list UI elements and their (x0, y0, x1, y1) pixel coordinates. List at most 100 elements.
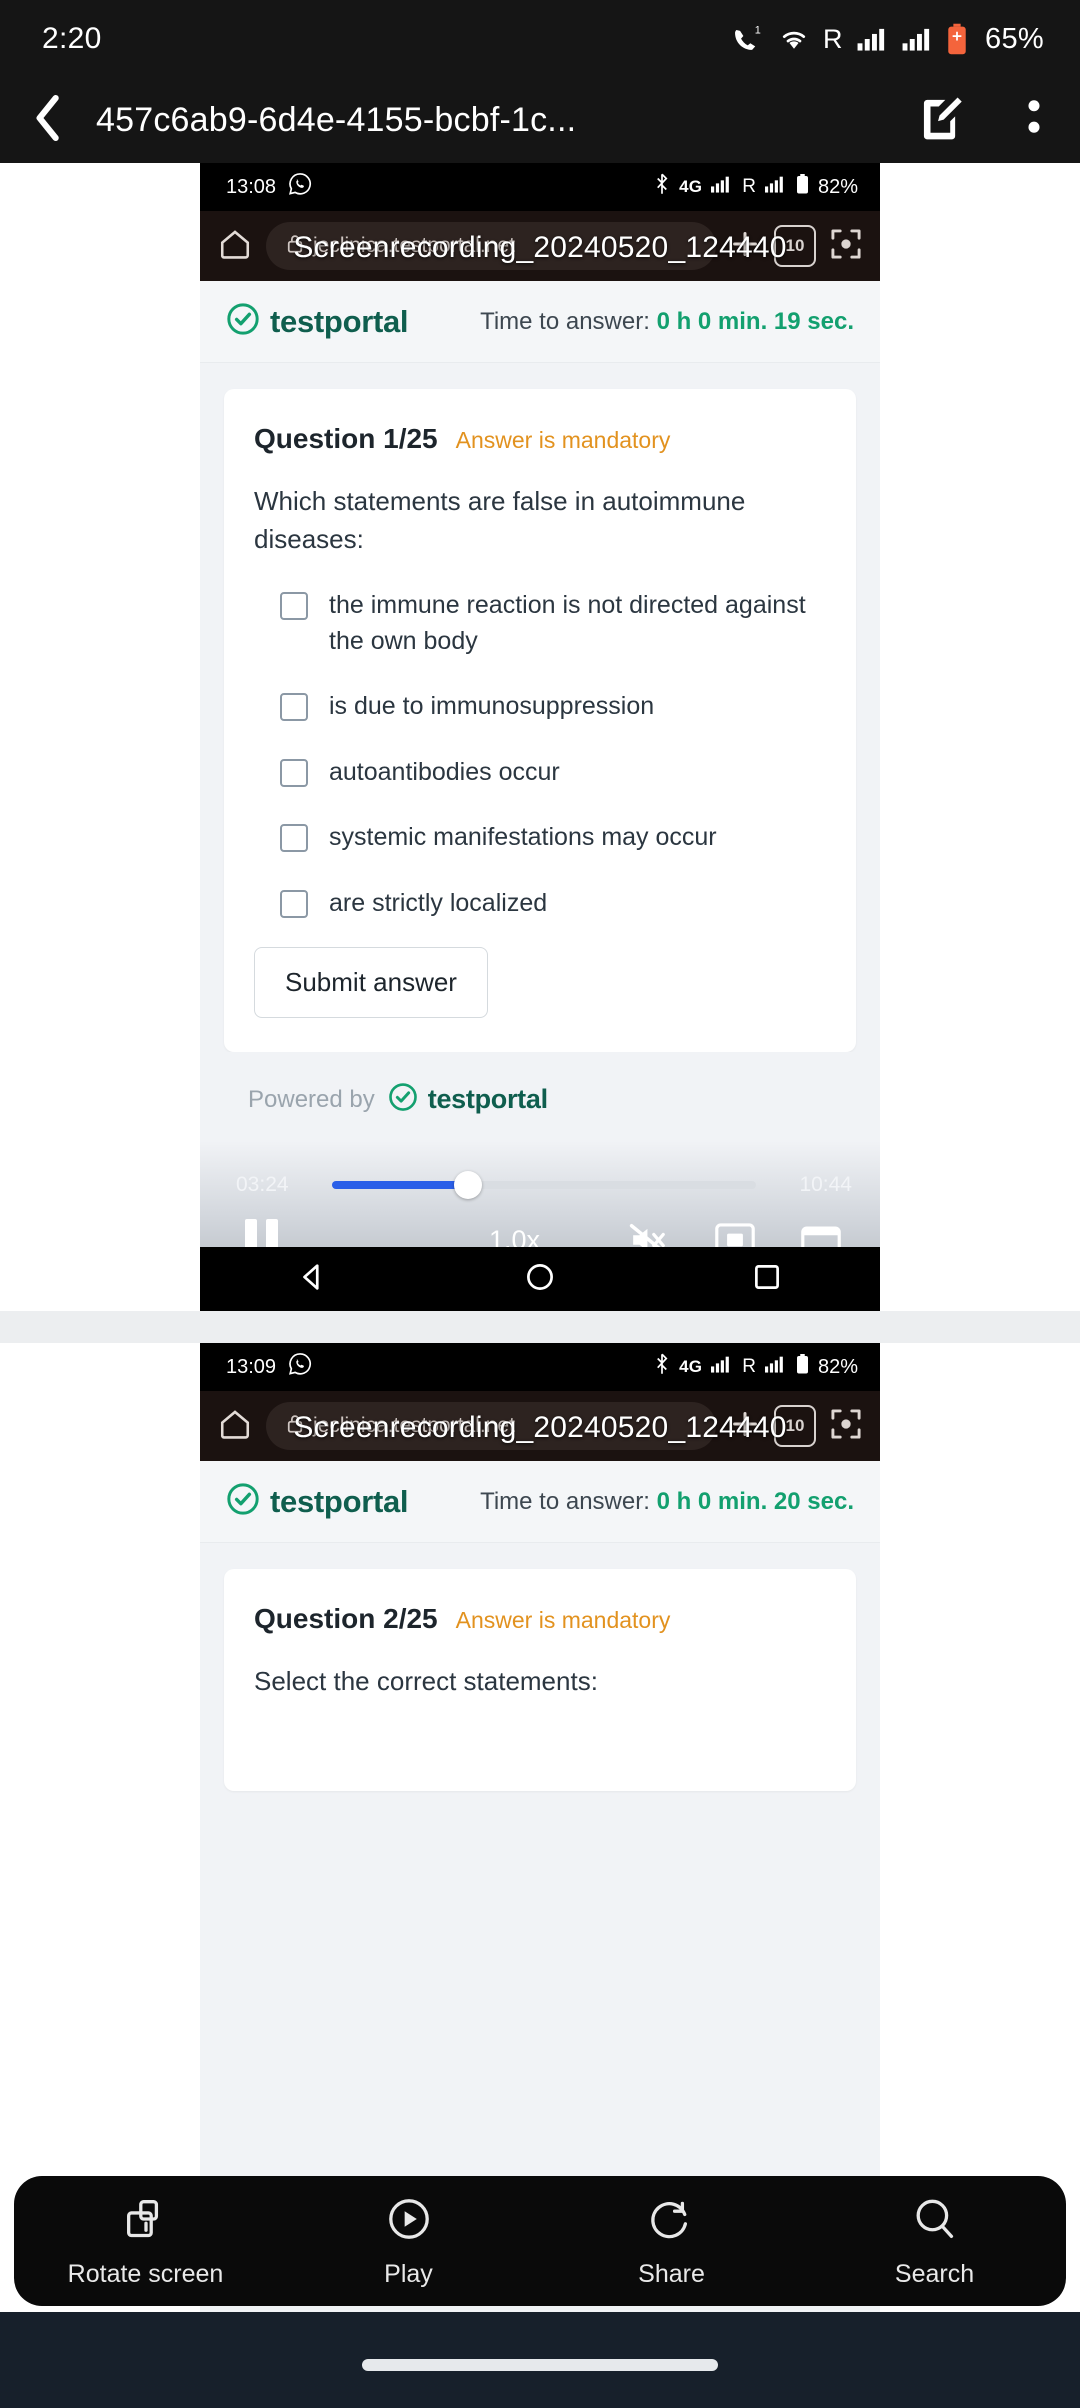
answer-option[interactable]: the immune reaction is not directed agai… (280, 588, 826, 659)
answer-option-label: are strictly localized (329, 888, 548, 917)
recording-filename-overlay: Screenrecording_20240520_124440 (293, 1411, 787, 1444)
quiz-body-1: Question 1/25 Answer is mandatory Which … (200, 363, 880, 1118)
check-circle-icon (226, 302, 260, 341)
play-button[interactable]: Play (277, 2193, 540, 2289)
frame-separator (0, 1311, 1080, 1343)
recorded-status-bar: 13:09 4G R 82% (200, 1343, 880, 1391)
system-navigation-bar (0, 2312, 1080, 2408)
powered-by-label: Powered by (248, 1085, 375, 1113)
status-clock: 2:20 (42, 22, 102, 55)
overflow-menu-button[interactable] (988, 95, 1080, 146)
battery-icon (946, 23, 968, 55)
seek-row[interactable]: 03:24 10:44 (200, 1141, 880, 1199)
time-to-answer-value: 0 h 0 min. 19 sec. (656, 307, 854, 335)
bottom-action-bar: Rotate screen Play Share Search (14, 2176, 1066, 2306)
question-card-1: Question 1/25 Answer is mandatory Which … (224, 389, 856, 1053)
checkbox-icon[interactable] (280, 758, 308, 787)
question-header: Question 2/25 Answer is mandatory (254, 1603, 826, 1635)
question-text: Which statements are false in autoimmune… (254, 486, 746, 554)
page-title: 457c6ab9-6d4e-4155-bcbf-1c... (96, 101, 577, 139)
video-frame-1[interactable]: 13:08 4G R 82% jeclinica.testportal.net … (200, 163, 880, 1311)
seek-thumb[interactable] (453, 1171, 482, 1199)
back-chevron-icon (32, 95, 64, 146)
question-text: Select the correct statements: (254, 1666, 598, 1696)
edit-button[interactable] (896, 95, 988, 146)
mandatory-badge: Answer is mandatory (455, 427, 671, 453)
battery-icon (796, 174, 809, 200)
recorded-clock: 13:08 (226, 175, 277, 198)
recorded-clock: 13:09 (226, 1355, 277, 1378)
total-time: 10:44 (799, 1173, 852, 1196)
recents-square-icon (750, 1260, 784, 1299)
seek-bar[interactable] (332, 1171, 756, 1199)
more-vertical-icon (1027, 95, 1041, 146)
powered-by-logo: testportal (388, 1082, 548, 1117)
recorded-battery-percent: 82% (817, 175, 858, 198)
back-button[interactable] (0, 95, 96, 146)
play-circle-icon (383, 2193, 435, 2250)
home-gesture-pill[interactable] (362, 2359, 718, 2371)
testportal-brand-text: testportal (270, 303, 409, 339)
call-missed-icon: 1 (731, 24, 765, 54)
screen-root: 2:20 1 R 65% 457c6ab9-6d4e-4155-bcbf-1c.… (0, 0, 1080, 2408)
media-scroll-area[interactable]: 13:08 4G R 82% jeclinica.testportal.net … (0, 163, 1080, 2408)
checkbox-icon[interactable] (280, 693, 308, 722)
testportal-logo: testportal (226, 1482, 409, 1521)
recorded-status-bar: 13:08 4G R 82% (200, 163, 880, 211)
share-button[interactable]: Share (540, 2193, 803, 2289)
bluetooth-icon (654, 173, 670, 201)
checkbox-icon[interactable] (280, 592, 308, 621)
signal-bars-icon (711, 1355, 733, 1379)
time-to-answer-label: Time to answer: (480, 307, 650, 335)
question-number: Question 1/25 (254, 423, 438, 454)
search-button[interactable]: Search (803, 2193, 1066, 2289)
app-header: 457c6ab9-6d4e-4155-bcbf-1c... (0, 78, 1080, 163)
submit-answer-button[interactable]: Submit answer (254, 947, 488, 1019)
rotate-screen-label: Rotate screen (67, 2260, 224, 2288)
search-label: Search (894, 2260, 975, 2288)
powered-by-row: Powered by testportal (224, 1052, 856, 1118)
recorded-roaming: R (742, 1356, 756, 1377)
answer-option[interactable]: autoantibodies occur (280, 755, 826, 791)
quiz-body-2: Question 2/25 Answer is mandatory Select… (200, 1543, 880, 2043)
rotate-screen-button[interactable]: Rotate screen (14, 2193, 277, 2289)
current-time: 03:24 (236, 1173, 289, 1196)
question-card-2: Question 2/25 Answer is mandatory Select… (224, 1569, 856, 1791)
whatsapp-icon (288, 172, 312, 202)
answer-option-label: the immune reaction is not directed agai… (329, 591, 806, 655)
recorded-browser-bar: jeclinica.testportal.net 10 Screenrecord… (200, 211, 880, 281)
home-circle-icon (523, 1260, 557, 1299)
answer-option[interactable]: is due to immunosuppression (280, 689, 826, 725)
signal-bars-icon (901, 26, 933, 52)
wifi-icon (778, 26, 810, 52)
question-header: Question 1/25 Answer is mandatory (254, 423, 826, 455)
signal-bars-icon (711, 175, 733, 199)
recorded-nav-bar (200, 1247, 880, 1311)
play-label: Play (384, 2260, 433, 2288)
answer-option[interactable]: systemic manifestations may occur (280, 820, 826, 856)
network-type: 4G (679, 1357, 703, 1376)
testportal-logo: testportal (226, 302, 409, 341)
share-arrow-icon (646, 2193, 698, 2250)
battery-icon (796, 1354, 809, 1380)
time-to-answer: Time to answer: 0 h 0 min. 20 sec. (480, 1488, 854, 1516)
answer-option[interactable]: are strictly localized (280, 886, 826, 922)
check-circle-icon (388, 1082, 418, 1117)
back-triangle-icon (296, 1260, 330, 1299)
time-to-answer-label: Time to answer: (480, 1487, 650, 1515)
powered-by-brand: testportal (427, 1084, 548, 1115)
status-icon-group: 1 R 65% (731, 23, 1044, 56)
signal-bars-icon (764, 175, 787, 199)
checkbox-icon[interactable] (280, 889, 308, 918)
bluetooth-icon (654, 1353, 670, 1381)
rotate-screen-icon (120, 2193, 172, 2250)
testportal-top-bar: testportal Time to answer: 0 h 0 min. 20… (200, 1461, 880, 1543)
roaming-indicator: R (823, 23, 844, 54)
recorded-browser-bar: jeclinica.testportal.net 10 Screenrecord… (200, 1391, 880, 1461)
time-to-answer: Time to answer: 0 h 0 min. 19 sec. (480, 308, 854, 336)
share-label: Share (638, 2260, 705, 2288)
recording-filename-overlay: Screenrecording_20240520_124440 (293, 231, 787, 264)
whatsapp-icon (288, 1352, 312, 1382)
checkbox-icon[interactable] (280, 824, 308, 853)
time-to-answer-value: 0 h 0 min. 20 sec. (656, 1487, 854, 1515)
